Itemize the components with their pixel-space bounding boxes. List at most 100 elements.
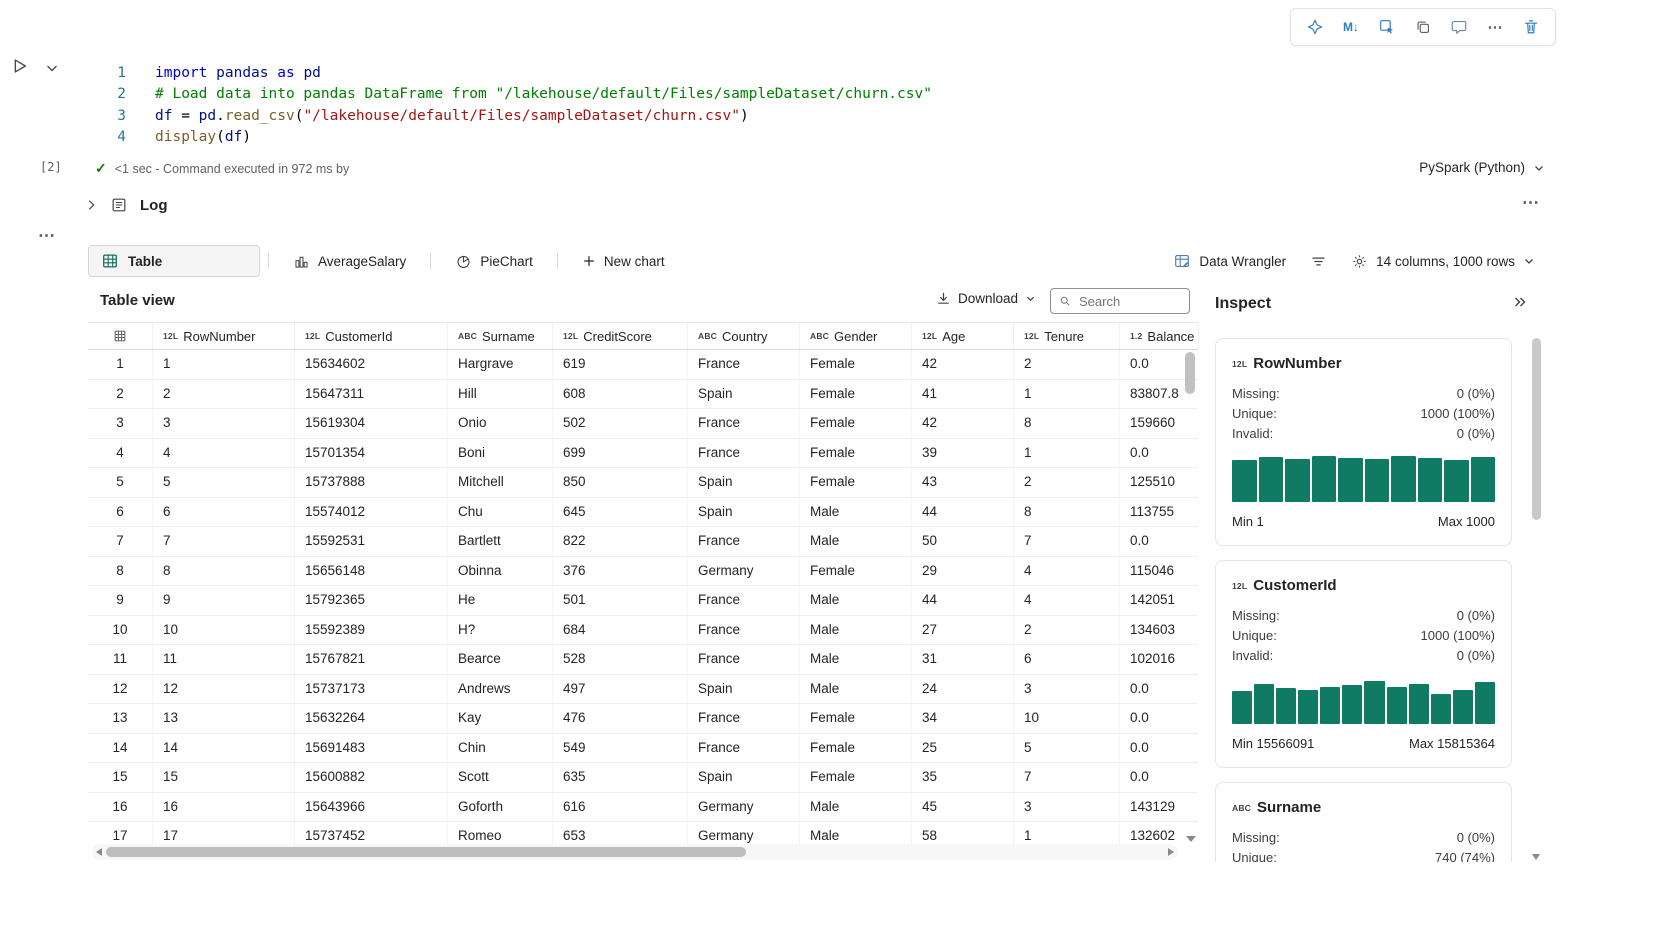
table-cell[interactable]: 608 xyxy=(553,380,688,409)
table-cell[interactable]: Bartlett xyxy=(448,527,553,556)
table-cell[interactable]: 15634602 xyxy=(295,350,448,379)
horizontal-scroll-thumb[interactable] xyxy=(106,847,746,857)
table-cell[interactable]: 15592389 xyxy=(295,616,448,645)
table-cell[interactable]: 1 xyxy=(88,350,153,379)
table-cell[interactable]: 476 xyxy=(553,704,688,733)
table-cell[interactable]: 4 xyxy=(1014,586,1120,615)
inspect-scroll-thumb[interactable] xyxy=(1532,338,1541,520)
table-cell[interactable]: 10 xyxy=(1014,704,1120,733)
table-cell[interactable]: 9 xyxy=(153,586,295,615)
table-cell[interactable]: Male xyxy=(800,645,912,674)
table-cell[interactable]: Obinna xyxy=(448,557,553,586)
table-cell[interactable]: 645 xyxy=(553,498,688,527)
comment-button[interactable] xyxy=(1449,17,1469,37)
table-cell[interactable]: 5 xyxy=(153,468,295,497)
table-row[interactable]: 141415691483Chin549FranceFemale2550.0 xyxy=(88,734,1198,764)
table-cell[interactable]: France xyxy=(688,734,800,763)
table-row[interactable]: 171715737452Romeo653GermanyMale581132602 xyxy=(88,822,1198,844)
table-cell[interactable]: 14 xyxy=(88,734,153,763)
table-cell[interactable]: 7 xyxy=(153,527,295,556)
table-cell[interactable]: 15 xyxy=(153,763,295,792)
table-cell[interactable]: 8 xyxy=(1014,409,1120,438)
filter-button[interactable] xyxy=(1310,253,1327,270)
table-cell[interactable]: 15691483 xyxy=(295,734,448,763)
table-cell[interactable]: 41 xyxy=(912,380,1014,409)
table-cell[interactable]: 850 xyxy=(553,468,688,497)
table-cell[interactable]: 4 xyxy=(88,439,153,468)
table-cell[interactable]: 7 xyxy=(88,527,153,556)
table-cell[interactable]: 4 xyxy=(153,439,295,468)
table-cell[interactable]: France xyxy=(688,704,800,733)
table-cell[interactable]: Onio xyxy=(448,409,553,438)
move-cell-button[interactable] xyxy=(1377,17,1397,37)
table-cell[interactable]: 10 xyxy=(88,616,153,645)
table-cell[interactable]: 2 xyxy=(1014,350,1120,379)
table-cell[interactable]: 8 xyxy=(153,557,295,586)
table-cell[interactable]: 58 xyxy=(912,822,1014,844)
table-cell[interactable]: 9 xyxy=(88,586,153,615)
table-cell[interactable]: Female xyxy=(800,704,912,733)
table-cell[interactable]: Spain xyxy=(688,675,800,704)
table-cell[interactable]: France xyxy=(688,409,800,438)
table-cell[interactable]: 13 xyxy=(88,704,153,733)
new-chart-button[interactable]: New chart xyxy=(566,246,681,276)
table-cell[interactable]: Male xyxy=(800,793,912,822)
table-cell[interactable]: 44 xyxy=(912,586,1014,615)
output-more-icon[interactable]: ⋯ xyxy=(38,226,55,246)
table-cell[interactable]: Bearce xyxy=(448,645,553,674)
table-cell[interactable]: Spain xyxy=(688,468,800,497)
table-cell[interactable]: 24 xyxy=(912,675,1014,704)
table-cell[interactable]: 11 xyxy=(88,645,153,674)
table-cell[interactable]: Male xyxy=(800,822,912,844)
table-cell[interactable]: France xyxy=(688,616,800,645)
table-cell[interactable]: 15643966 xyxy=(295,793,448,822)
table-cell[interactable]: Female xyxy=(800,350,912,379)
download-button[interactable]: Download xyxy=(930,290,1042,307)
table-cell[interactable]: 1 xyxy=(1014,380,1120,409)
table-cell[interactable]: 34 xyxy=(912,704,1014,733)
table-cell[interactable]: Germany xyxy=(688,793,800,822)
table-cell[interactable]: 619 xyxy=(553,350,688,379)
copilot-button[interactable] xyxy=(1305,17,1325,37)
table-cell[interactable]: 27 xyxy=(912,616,1014,645)
table-cell[interactable]: 14 xyxy=(153,734,295,763)
table-cell[interactable]: 7 xyxy=(1014,527,1120,556)
column-header[interactable]: ABCCountry xyxy=(688,323,800,349)
duplicate-cell-button[interactable] xyxy=(1413,17,1433,37)
table-cell[interactable]: 16 xyxy=(88,793,153,822)
table-cell[interactable]: Female xyxy=(800,557,912,586)
table-cell[interactable]: Scott xyxy=(448,763,553,792)
table-cell[interactable]: 6 xyxy=(1014,645,1120,674)
table-cell[interactable]: 10 xyxy=(153,616,295,645)
table-cell[interactable]: 376 xyxy=(553,557,688,586)
table-cell[interactable]: 1 xyxy=(153,350,295,379)
table-cell[interactable]: 528 xyxy=(553,645,688,674)
run-cell-button[interactable] xyxy=(8,55,30,80)
table-cell[interactable]: France xyxy=(688,645,800,674)
table-cell[interactable]: 635 xyxy=(553,763,688,792)
code-lines[interactable]: 1import pandas as pd2# Load data into pa… xyxy=(85,63,932,149)
table-row[interactable]: 5515737888Mitchell850SpainFemale43212551… xyxy=(88,468,1198,498)
inspect-scrollbar[interactable] xyxy=(1530,330,1544,862)
table-cell[interactable]: 3 xyxy=(1014,793,1120,822)
table-row[interactable]: 161615643966Goforth616GermanyMale4531431… xyxy=(88,793,1198,823)
column-header[interactable]: 12LAge xyxy=(912,323,1014,349)
code-line[interactable]: 4display(df) xyxy=(85,127,932,148)
markdown-button[interactable]: M↓ xyxy=(1341,17,1361,37)
table-cell[interactable]: 501 xyxy=(553,586,688,615)
table-cell[interactable]: Mitchell xyxy=(448,468,553,497)
log-more-options-button[interactable]: ⋯ xyxy=(1516,192,1545,214)
table-row[interactable]: 2215647311Hill608SpainFemale41183807.8 xyxy=(88,380,1198,410)
table-cell[interactable]: 13 xyxy=(153,704,295,733)
table-row[interactable]: 6615574012Chu645SpainMale448113755 xyxy=(88,498,1198,528)
table-row[interactable]: 7715592531Bartlett822FranceMale5070.0 xyxy=(88,527,1198,557)
table-cell[interactable]: 15632264 xyxy=(295,704,448,733)
table-cell[interactable]: 43 xyxy=(912,468,1014,497)
table-cell[interactable]: H? xyxy=(448,616,553,645)
table-vertical-scrollbar[interactable] xyxy=(1182,350,1198,844)
more-commands-button[interactable]: ⋯ xyxy=(1485,17,1505,37)
table-cell[interactable]: 15 xyxy=(88,763,153,792)
scroll-left-arrow-icon[interactable] xyxy=(96,848,102,856)
table-cell[interactable]: France xyxy=(688,439,800,468)
columns-rows-summary[interactable]: 14 columns, 1000 rows xyxy=(1351,253,1535,270)
